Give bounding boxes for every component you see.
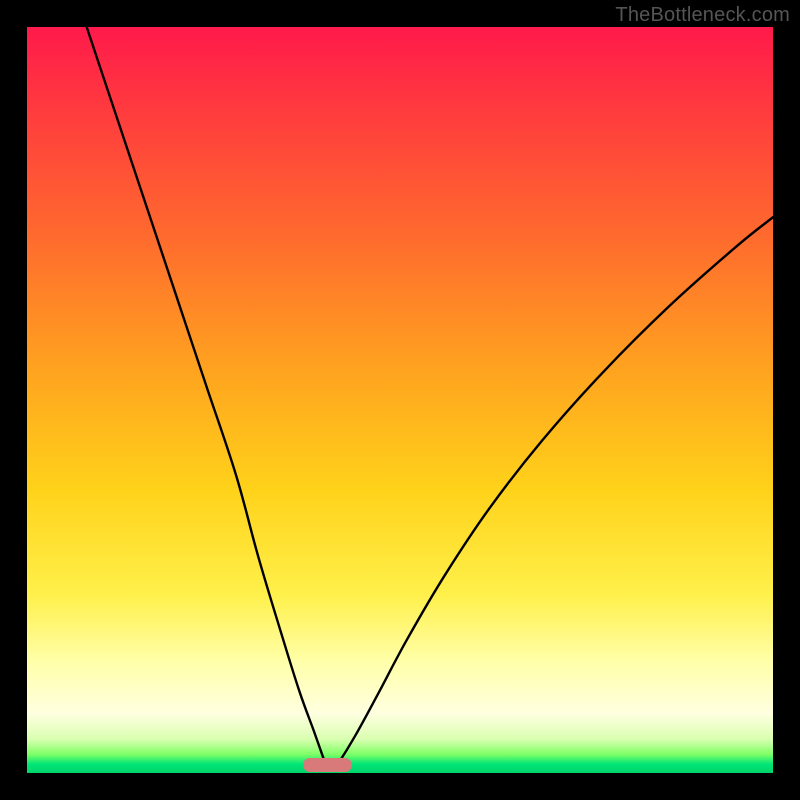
chart-frame: TheBottleneck.com xyxy=(0,0,800,800)
watermark-text: TheBottleneck.com xyxy=(615,4,790,27)
min-marker xyxy=(303,758,352,772)
plot-area xyxy=(27,27,773,773)
curve-right xyxy=(333,217,773,770)
curve-layer xyxy=(27,27,773,773)
curve-left xyxy=(87,27,328,770)
